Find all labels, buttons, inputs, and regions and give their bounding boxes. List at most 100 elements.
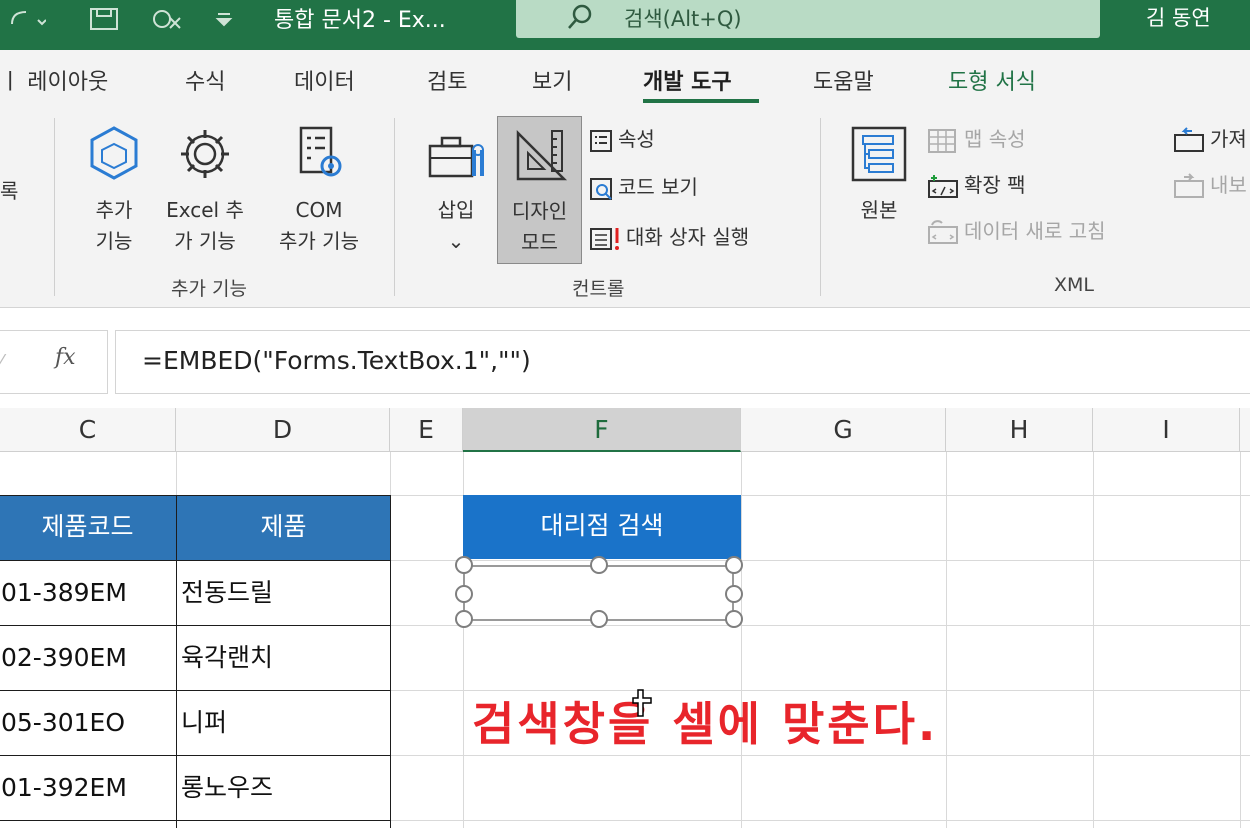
toolbox-icon xyxy=(420,130,492,195)
export-label: 내보 xyxy=(1210,173,1247,197)
ribbon-separator xyxy=(820,118,821,296)
table-cell-product[interactable]: 육각랜치 xyxy=(176,625,391,691)
addins-button[interactable]: 추가 기능 xyxy=(76,122,152,257)
column-header-e[interactable]: E xyxy=(390,408,463,452)
resize-handle-bottom-left[interactable] xyxy=(455,610,473,628)
refresh-data-icon xyxy=(928,219,958,244)
search-box[interactable]: 검색(Alt+Q) xyxy=(516,0,1100,38)
resize-handle-bottom-right[interactable] xyxy=(725,610,743,628)
chevron-down-icon: ⌄ xyxy=(447,229,465,253)
design-mode-label-1: 디자인 xyxy=(511,199,568,223)
properties-icon xyxy=(590,129,612,152)
tab-developer[interactable]: 개발 도구 xyxy=(643,64,732,96)
view-code-icon xyxy=(590,177,612,200)
excel-addins-button[interactable]: Excel 추 가 기능 xyxy=(158,122,252,257)
worksheet-grid[interactable]: C D E F G H I 제품코드 제품 01-389EM 전동드릴 02-3… xyxy=(0,408,1250,828)
customize-qat-icon[interactable] xyxy=(214,6,234,30)
hexagon-icon xyxy=(76,122,152,195)
search-placeholder: 검색(Alt+Q) xyxy=(624,7,742,31)
export-button[interactable]: 내보 xyxy=(1172,168,1247,202)
xml-source-label: 원본 xyxy=(860,198,898,222)
map-properties-label: 맵 속성 xyxy=(964,127,1026,151)
resize-handle-right[interactable] xyxy=(725,585,743,603)
tab-view[interactable]: 보기 xyxy=(532,64,572,96)
gridline xyxy=(1093,452,1094,828)
map-properties-button[interactable]: 맵 속성 xyxy=(926,122,1026,156)
table-cell-code[interactable]: 01-389EM xyxy=(0,560,177,626)
table-cell-product[interactable]: 전동드릴 xyxy=(176,560,391,626)
save-icon[interactable] xyxy=(88,6,122,30)
document-title: 통합 문서2 - Ex... xyxy=(274,8,446,33)
column-header-h[interactable]: H xyxy=(946,408,1093,452)
view-code-button[interactable]: 코드 보기 xyxy=(588,170,698,204)
title-bar: 통합 문서2 - Ex... 검색(Alt+Q) 김 동연 xyxy=(0,0,1250,50)
table-cell-code[interactable] xyxy=(0,820,177,828)
resize-handle-bottom[interactable] xyxy=(590,610,608,628)
excel-addins-label-2: 가 기능 xyxy=(174,229,236,253)
search-header-cell[interactable]: 대리점 검색 xyxy=(463,495,741,559)
column-header-i[interactable]: I xyxy=(1093,408,1240,452)
tab-shape-format[interactable]: 도형 서식 xyxy=(948,64,1036,96)
tab-help[interactable]: 도움말 xyxy=(813,64,874,96)
user-name[interactable]: 김 동연 xyxy=(1146,2,1211,32)
properties-button[interactable]: 속성 xyxy=(588,122,655,156)
run-dialog-button[interactable]: 대화 상자 실행 xyxy=(588,220,749,254)
table-header-product[interactable]: 제품 xyxy=(176,495,391,561)
table-cell-product[interactable]: 니퍼 xyxy=(176,690,391,756)
macro-security-label[interactable]: 록 xyxy=(0,174,18,208)
table-cell-product[interactable]: 롱노우즈 xyxy=(176,755,391,821)
view-code-label: 코드 보기 xyxy=(618,175,698,199)
export-icon xyxy=(1174,172,1204,198)
formula-input[interactable]: =EMBED("Forms.TextBox.1","") xyxy=(115,330,1250,394)
tab-review[interactable]: 검토 xyxy=(427,64,467,96)
column-header-g[interactable]: G xyxy=(741,408,946,452)
active-tab-indicator xyxy=(643,99,759,103)
table-cell-code[interactable]: 05-301EO xyxy=(0,690,177,756)
addins-label-2: 기능 xyxy=(95,229,133,253)
resize-handle-left[interactable] xyxy=(455,585,473,603)
com-addins-button[interactable]: COM 추가 기능 xyxy=(262,122,376,257)
column-header-j[interactable] xyxy=(1240,408,1250,452)
triangle-ruler-icon xyxy=(498,123,581,196)
refresh-data-button[interactable]: 데이터 새로 고침 xyxy=(926,214,1106,248)
pointer-cursor-icon xyxy=(632,688,654,722)
import-button[interactable]: 가져 xyxy=(1172,122,1247,156)
cancel-entry-icon[interactable]: ⁄ xyxy=(0,351,3,372)
properties-label: 속성 xyxy=(618,127,655,151)
instruction-annotation: 검색창을 셀에 맞춘다. xyxy=(472,697,939,751)
table-cell-code[interactable]: 01-392EM xyxy=(0,755,177,821)
table-cell-product[interactable] xyxy=(176,820,391,828)
design-mode-button[interactable]: 디자인 모드 xyxy=(497,116,582,264)
column-header-c[interactable]: C xyxy=(0,408,176,452)
resize-handle-top-left[interactable] xyxy=(455,556,473,574)
column-header-d[interactable]: D xyxy=(176,408,390,452)
insert-label: 삽입 xyxy=(437,198,475,222)
import-icon xyxy=(1174,126,1204,152)
undo-icon[interactable] xyxy=(6,6,47,30)
ribbon-tabs: ㅣ 레이아웃 수식 데이터 검토 보기 개발 도구 도움말 도형 서식 xyxy=(0,50,1250,108)
expansion-packs-label: 확장 팩 xyxy=(964,173,1026,197)
column-header-f[interactable]: F xyxy=(463,408,741,452)
run-dialog-icon xyxy=(590,227,619,250)
insert-control-button[interactable]: 삽입 ⌄ xyxy=(420,130,492,257)
insert-function-icon[interactable]: fx xyxy=(55,345,76,370)
xml-source-button[interactable]: 원본 xyxy=(846,122,912,226)
resize-handle-top[interactable] xyxy=(590,556,608,574)
tab-page-layout[interactable]: ㅣ 레이아웃 xyxy=(0,64,108,96)
gridline xyxy=(741,452,742,828)
formula-bar: ⁄ fx =EMBED("Forms.TextBox.1","") xyxy=(0,308,1250,408)
ribbon: 록 추가 기능 Excel 추 가 기능 COM 추가 기능 추가 기능 삽입 … xyxy=(0,108,1250,308)
com-addins-label-2: 추가 기능 xyxy=(279,229,359,253)
touch-mode-icon[interactable] xyxy=(148,6,188,30)
table-header-product-code[interactable]: 제품코드 xyxy=(0,495,177,561)
refresh-data-label: 데이터 새로 고침 xyxy=(964,219,1106,243)
xml-source-icon xyxy=(846,122,912,195)
expansion-packs-button[interactable]: 확장 팩 xyxy=(926,168,1026,202)
gear-icon xyxy=(158,122,252,195)
resize-handle-top-right[interactable] xyxy=(725,556,743,574)
tab-formulas[interactable]: 수식 xyxy=(185,64,225,96)
controls-group-label: 컨트롤 xyxy=(572,278,625,300)
tab-data[interactable]: 데이터 xyxy=(294,64,355,96)
table-cell-code[interactable]: 02-390EM xyxy=(0,625,177,691)
com-addins-label-1: COM xyxy=(295,198,343,222)
